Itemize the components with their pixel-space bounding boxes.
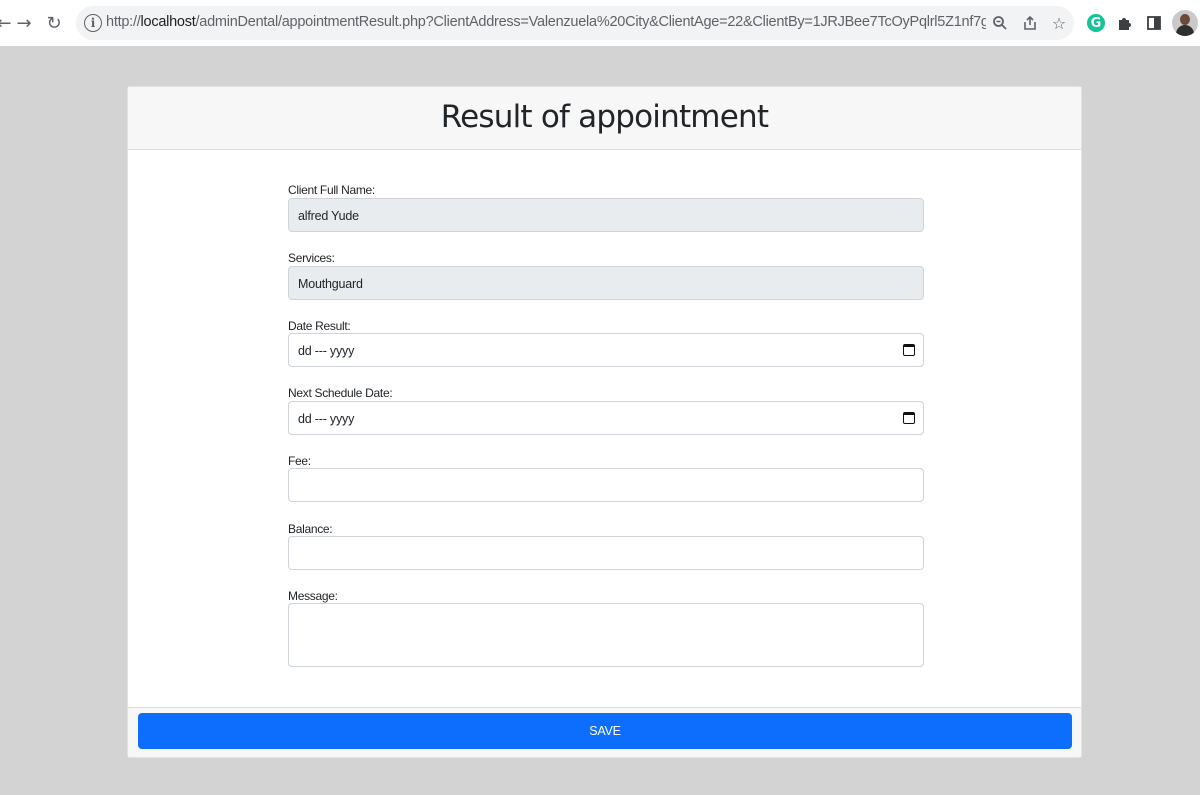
calendar-icon[interactable]: [903, 412, 915, 424]
url-prefix: http://: [106, 14, 141, 30]
avatar-body: [1176, 25, 1194, 36]
balance-label: Balance:: [288, 522, 333, 536]
info-icon[interactable]: i: [84, 14, 102, 32]
card-header: Result of appointment: [128, 87, 1081, 150]
message-textarea[interactable]: [288, 603, 924, 667]
url-host: localhost: [140, 14, 196, 30]
client-full-name-label: Client Full Name:: [288, 183, 375, 197]
client-full-name-value: alfred Yude: [298, 209, 359, 223]
next-schedule-date-field[interactable]: dd --- yyyy: [288, 401, 924, 435]
grammarly-icon[interactable]: G: [1087, 14, 1105, 32]
next-schedule-date-label: Next Schedule Date:: [288, 386, 393, 400]
reload-icon[interactable]: ↻: [42, 11, 66, 35]
page-title: Result of appointment: [440, 99, 769, 135]
services-field[interactable]: Mouthguard: [288, 266, 924, 300]
date-result-field[interactable]: dd --- yyyy: [288, 333, 924, 367]
save-button[interactable]: SAVE: [138, 713, 1072, 749]
zoom-icon[interactable]: [990, 13, 1010, 33]
url-path: /adminDental/appointmentResult.php?Clien…: [195, 14, 986, 30]
message-label: Message:: [288, 589, 338, 603]
services-value: Mouthguard: [298, 277, 363, 291]
fee-label: Fee:: [288, 454, 311, 468]
address-bar[interactable]: i http://localhost/adminDental/appointme…: [76, 6, 1074, 40]
bookmark-star-icon[interactable]: ☆: [1049, 13, 1069, 33]
services-label: Services:: [288, 251, 335, 265]
date-result-placeholder: dd --- yyyy: [298, 344, 355, 358]
client-full-name-field[interactable]: alfred Yude: [288, 198, 924, 232]
calendar-icon[interactable]: [903, 344, 915, 356]
browser-toolbar: ← → ↻ i http://localhost/adminDental/app…: [0, 0, 1200, 46]
balance-input[interactable]: [288, 536, 924, 570]
appointment-result-card: Result of appointment Client Full Name: …: [127, 86, 1082, 758]
next-schedule-date-placeholder: dd --- yyyy: [298, 412, 355, 426]
url-text[interactable]: http://localhost/adminDental/appointment…: [106, 14, 986, 30]
side-panel-icon[interactable]: [1143, 12, 1165, 34]
date-result-label: Date Result:: [288, 319, 351, 333]
avatar-head: [1180, 14, 1190, 25]
share-icon[interactable]: [1020, 13, 1040, 33]
fee-input[interactable]: [288, 468, 924, 502]
profile-avatar[interactable]: [1172, 10, 1198, 36]
forward-arrow-icon[interactable]: →: [12, 11, 36, 35]
card-footer: SAVE: [128, 707, 1081, 757]
extensions-puzzle-icon[interactable]: [1114, 12, 1136, 34]
